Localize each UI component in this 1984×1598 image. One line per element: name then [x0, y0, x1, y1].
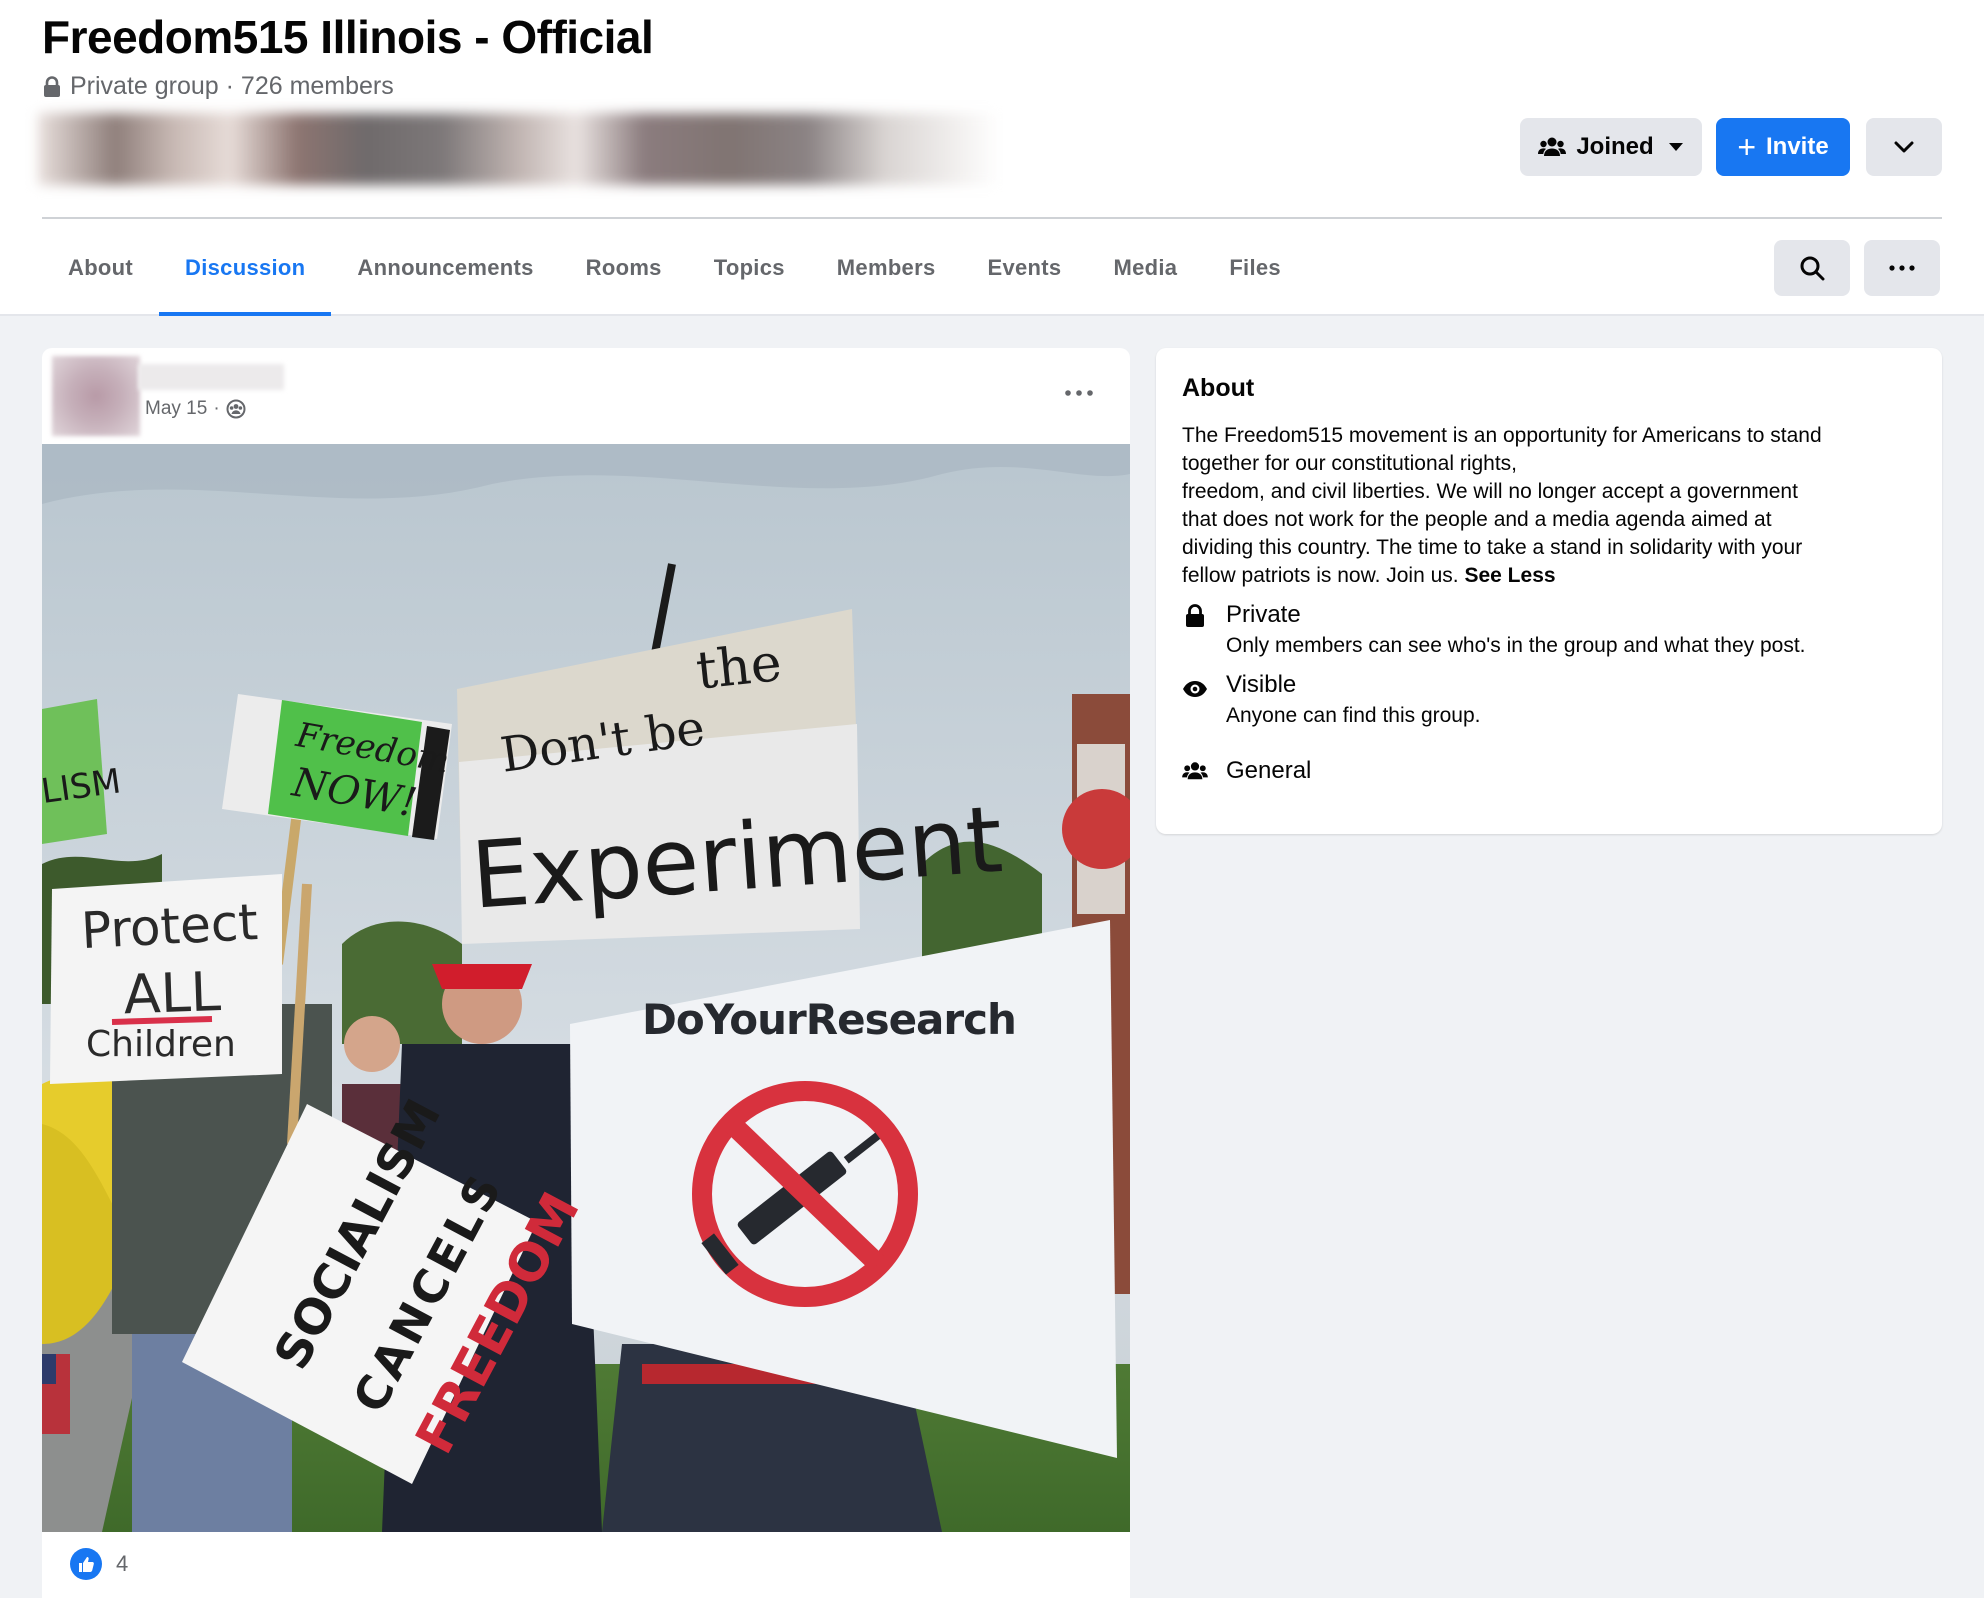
visible-label: Visible — [1226, 671, 1297, 698]
ellipsis-icon — [1065, 390, 1093, 396]
sign-children-text: Children — [86, 1024, 236, 1065]
author-avatar[interactable] — [52, 356, 140, 436]
about-description: The Freedom515 movement is an opportunit… — [1182, 422, 1930, 590]
joined-button[interactable]: Joined — [1520, 118, 1702, 176]
group-type-info: General — [1182, 756, 1311, 786]
chevron-down-icon — [1894, 141, 1914, 153]
like-icon — [70, 1548, 102, 1580]
description-line: that does not work for the people and a … — [1182, 508, 1772, 531]
reaction-count: 4 — [116, 1551, 129, 1576]
privacy-info: Private Only members can see who's in th… — [1182, 600, 1806, 660]
reactions-summary[interactable]: 4 — [70, 1548, 128, 1580]
post-date[interactable]: May 15 — [145, 398, 207, 420]
eye-icon — [1182, 674, 1208, 700]
post-card: May 15 · LISM Freedom NOW! Don't be the … — [42, 348, 1130, 1598]
see-less-link[interactable]: See Less — [1464, 564, 1555, 587]
description-line: together for our constitutional rights, — [1182, 452, 1518, 475]
description-line: fellow patriots is now. Join us. — [1182, 564, 1459, 587]
group-privacy-members: Private group · 726 members — [70, 72, 394, 100]
protest-photo: LISM Freedom NOW! Don't be the Experimen… — [42, 444, 1130, 1532]
private-description: Only members can see who's in the group … — [1226, 634, 1806, 657]
more-options-button[interactable] — [1864, 240, 1940, 296]
sign-protect-text: Protect — [80, 893, 260, 960]
members-icon — [1538, 137, 1567, 156]
tab-members[interactable]: Members — [811, 222, 962, 314]
post-options-button[interactable] — [1058, 382, 1100, 404]
header-divider — [42, 217, 1942, 219]
visibility-info: Visible Anyone can find this group. — [1182, 670, 1481, 730]
invite-button[interactable]: + Invite — [1716, 118, 1850, 176]
plus-icon: + — [1737, 129, 1756, 165]
search-icon — [1800, 256, 1825, 281]
description-line: freedom, and civil liberties. We will no… — [1182, 480, 1798, 503]
lock-icon — [42, 75, 62, 98]
lock-icon — [1182, 604, 1208, 630]
meta-separator: · — [213, 398, 220, 419]
sign-the-text: the — [693, 633, 784, 702]
sign-research-text: DoYourResearch — [642, 995, 1016, 1044]
description-line: The Freedom515 movement is an opportunit… — [1182, 424, 1822, 447]
post-meta: May 15 · — [145, 398, 246, 420]
group-header: Freedom515 Illinois - Official Private g… — [0, 0, 1984, 316]
about-title: About — [1182, 374, 1255, 402]
tab-about[interactable]: About — [42, 222, 159, 314]
visible-description: Anyone can find this group. — [1226, 704, 1481, 727]
ellipsis-icon — [1889, 265, 1915, 271]
author-name-redacted[interactable] — [138, 364, 284, 390]
private-label: Private — [1226, 601, 1301, 628]
invite-label: Invite — [1766, 133, 1829, 160]
post-photo[interactable]: LISM Freedom NOW! Don't be the Experimen… — [42, 444, 1130, 1532]
group-tabs: About Discussion Announcements Rooms Top… — [42, 222, 1307, 316]
joined-label: Joined — [1576, 133, 1654, 160]
general-label: General — [1226, 757, 1312, 784]
header-more-button[interactable] — [1866, 118, 1942, 176]
description-line-last: fellow patriots is now. Join us. See Les… — [1182, 562, 1930, 590]
tab-rooms[interactable]: Rooms — [560, 222, 688, 314]
group-audience-icon — [226, 399, 246, 419]
group-meta: Private group · 726 members — [42, 72, 394, 101]
caret-down-icon — [1668, 143, 1683, 151]
description-line: dividing this country. The time to take … — [1182, 536, 1803, 559]
members-icon — [1182, 760, 1208, 786]
tab-events[interactable]: Events — [962, 222, 1088, 314]
tab-topics[interactable]: Topics — [688, 222, 811, 314]
tab-media[interactable]: Media — [1087, 222, 1203, 314]
member-avatars[interactable] — [38, 113, 1000, 185]
search-button[interactable] — [1774, 240, 1850, 296]
tab-discussion[interactable]: Discussion — [159, 222, 332, 316]
tab-announcements[interactable]: Announcements — [331, 222, 559, 314]
about-card: About The Freedom515 movement is an oppo… — [1156, 348, 1942, 834]
group-title: Freedom515 Illinois - Official — [42, 11, 654, 63]
tab-files[interactable]: Files — [1203, 222, 1307, 314]
